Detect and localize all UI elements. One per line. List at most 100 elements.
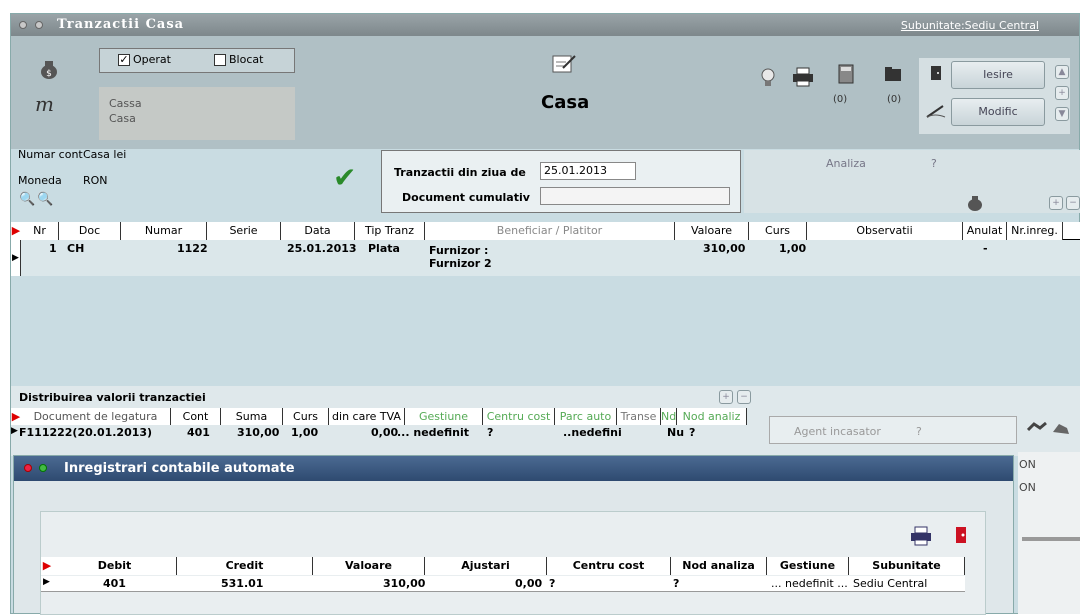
agent-help[interactable]: ?: [916, 425, 922, 438]
col-beneficiar[interactable]: Beneficiar / Platitor: [425, 222, 675, 240]
edit-note-icon[interactable]: [551, 53, 577, 75]
iesire-button[interactable]: Iesire: [951, 61, 1045, 89]
subunit-link[interactable]: Subunitate:Sediu Central: [901, 19, 1039, 32]
analiza-panel: Analiza ? + −: [744, 150, 1080, 213]
scroll-up-icon[interactable]: ▲: [1055, 65, 1069, 79]
add-row-icon[interactable]: +: [1049, 196, 1063, 210]
dcol-transe[interactable]: Transe: [617, 408, 661, 425]
col-valoare[interactable]: Valoare: [675, 222, 749, 240]
dcol-curs[interactable]: Curs: [283, 408, 329, 425]
pen-sign-icon[interactable]: [925, 103, 947, 119]
dcol-gestiune[interactable]: Gestiune: [405, 408, 483, 425]
popup-exit-icon[interactable]: [955, 526, 967, 544]
agent-box: Agent incasator ?: [769, 416, 1017, 444]
prow-nod: ?: [673, 577, 680, 590]
dcol-tva[interactable]: din care TVA: [329, 408, 405, 425]
popup-maximize-icon[interactable]: [39, 464, 47, 472]
drow-curs: 1,00: [291, 426, 319, 439]
popup-printer-icon[interactable]: [909, 526, 933, 546]
dcol-parc[interactable]: Parc auto: [555, 408, 617, 425]
row-doc: CH: [67, 242, 85, 255]
col-anulat[interactable]: Anulat: [963, 222, 1007, 240]
row-tip: Plata: [368, 242, 400, 255]
popup-close-icon[interactable]: [24, 464, 32, 472]
confirm-check-icon[interactable]: ✔: [333, 161, 356, 194]
date-input[interactable]: 25.01.2013: [540, 162, 636, 180]
scroll-add-icon[interactable]: +: [1055, 86, 1069, 100]
distrib-title: Distribuirea valorii tranzactiei: [19, 391, 206, 404]
pcol-subunitate[interactable]: Subunitate: [849, 557, 965, 575]
side-text-1: ON: [1019, 458, 1036, 471]
distrib-add-icon[interactable]: +: [719, 390, 733, 404]
distrib-remove-icon[interactable]: −: [737, 390, 751, 404]
drow-nod: ?: [689, 426, 696, 439]
minimize-dot-icon[interactable]: [35, 21, 43, 29]
moneda-label: Moneda: [18, 174, 62, 187]
col-serie[interactable]: Serie: [207, 222, 281, 240]
popup-titlebar: Inregistrari contabile automate: [14, 456, 1013, 481]
tranzactii-label: Tranzactii din ziua de: [394, 166, 526, 179]
svg-text:$: $: [46, 69, 52, 79]
distrib-marker-icon: ▶: [11, 408, 21, 425]
cumulativ-input[interactable]: [540, 187, 730, 205]
remove-row-icon[interactable]: −: [1066, 196, 1080, 210]
blocat-box: [214, 54, 226, 66]
hand-icon[interactable]: [1051, 420, 1071, 436]
pcol-nod[interactable]: Nod analiza: [671, 557, 767, 575]
col-curs[interactable]: Curs: [749, 222, 807, 240]
dcol-nd[interactable]: Nd: [661, 408, 677, 425]
pcol-ajustari[interactable]: Ajustari: [425, 557, 547, 575]
col-tip-tranz[interactable]: Tip Tranz: [355, 222, 425, 240]
popup-row-pointer-icon: ▶: [43, 577, 50, 587]
folder-icon[interactable]: [883, 64, 903, 84]
col-numar[interactable]: Numar: [121, 222, 207, 240]
door-icon[interactable]: [930, 65, 942, 81]
col-observatii[interactable]: Observatii: [807, 222, 963, 240]
blocat-checkbox[interactable]: Blocat: [214, 53, 263, 66]
popup-table-row[interactable]: ▶ 401 531.01 310,00 0,00 ? ? ... nedefin…: [41, 576, 965, 592]
row-benef-1: Furnizor :: [429, 244, 489, 257]
scroll-down-icon[interactable]: ▼: [1055, 107, 1069, 121]
col-nr[interactable]: Nr: [21, 222, 59, 240]
counter-2: (0): [887, 94, 902, 105]
pcol-credit[interactable]: Credit: [177, 557, 313, 575]
close-dot-icon[interactable]: [19, 21, 27, 29]
m-script-icon[interactable]: m: [35, 92, 54, 116]
dcol-cont[interactable]: Cont: [171, 408, 221, 425]
printer-icon[interactable]: [791, 66, 815, 88]
money-bag-icon[interactable]: $: [38, 58, 60, 80]
lightbulb-icon[interactable]: [760, 67, 776, 89]
operat-label: Operat: [133, 53, 171, 66]
drow-parc: ..nedefini: [563, 426, 622, 439]
col-data[interactable]: Data: [281, 222, 355, 240]
calculator-icon[interactable]: [837, 64, 855, 84]
pcol-gestiune[interactable]: Gestiune: [767, 557, 849, 575]
table-row[interactable]: ▶ 1 CH 1122 25.01.2013 Plata Furnizor : …: [11, 240, 1080, 276]
dcol-suma[interactable]: Suma: [221, 408, 283, 425]
handshake-icon[interactable]: [1026, 420, 1047, 436]
tranzactii-filter-box: Tranzactii din ziua de 25.01.2013 Docume…: [381, 150, 741, 213]
modific-button[interactable]: Modific: [951, 98, 1045, 126]
col-nrinreg[interactable]: Nr.inreg.: [1007, 222, 1063, 240]
operat-checkbox[interactable]: ✓ Operat: [118, 53, 171, 66]
zoom-in-icon[interactable]: 🔍: [19, 192, 35, 207]
prow-centru: ?: [549, 577, 556, 590]
distrib-header: ▶ Document de legatura Cont Suma Curs di…: [11, 408, 747, 425]
dcol-doc[interactable]: Document de legatura: [21, 408, 171, 425]
dcol-nod[interactable]: Nod analiz: [677, 408, 747, 425]
dcol-centru[interactable]: Centru cost: [483, 408, 555, 425]
pcol-valoare[interactable]: Valoare: [313, 557, 425, 575]
row-curs: 1,00: [779, 242, 807, 255]
pcol-debit[interactable]: Debit: [53, 557, 177, 575]
cumulativ-label: Document cumulativ: [402, 191, 530, 204]
prow-gestiune: ... nedefinit ...: [771, 577, 848, 590]
distrib-row[interactable]: ▶ F111222(20.01.2013) 401 310,00 1,00 0,…: [11, 426, 747, 442]
drow-suma: 310,00: [237, 426, 280, 439]
analiza-help[interactable]: ?: [931, 157, 937, 170]
col-doc[interactable]: Doc: [59, 222, 121, 240]
prow-subunitate: Sediu Central: [853, 577, 928, 590]
money-bag-small-icon[interactable]: [966, 194, 984, 212]
pcol-centru[interactable]: Centru cost: [547, 557, 671, 575]
row-benef-2: Furnizor 2: [429, 257, 492, 270]
zoom-out-icon[interactable]: 🔍: [37, 192, 53, 207]
